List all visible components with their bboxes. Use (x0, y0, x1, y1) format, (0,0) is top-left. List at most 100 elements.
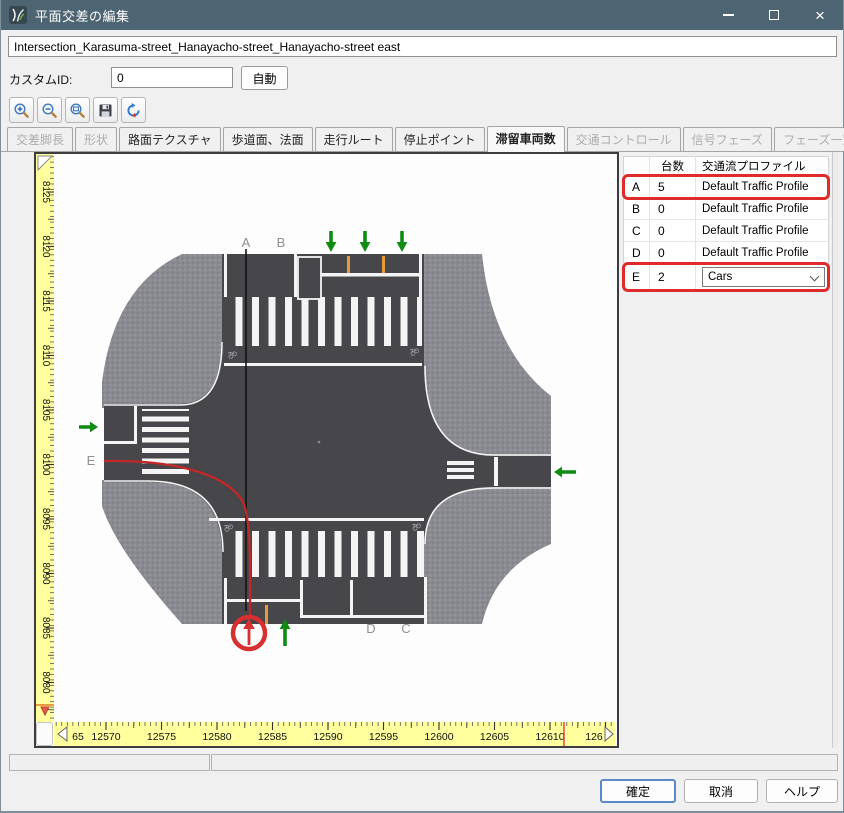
header-count: 台数 (650, 157, 696, 175)
refresh-icon (125, 102, 142, 119)
intersection-name-input[interactable] (8, 36, 837, 57)
table-row-B[interactable]: B0Default Traffic Profile (624, 198, 828, 220)
hruler-label: 12585 (258, 731, 287, 743)
zoom-out-button[interactable] (37, 97, 62, 123)
hruler-label: 12570 (91, 731, 120, 743)
cell-leg: C (624, 220, 650, 241)
tab-2[interactable]: 路面テクスチャ (119, 127, 221, 151)
cell-profile[interactable]: Default Traffic Profile (696, 198, 828, 219)
minimize-icon (723, 14, 734, 16)
table-row-E[interactable]: E2 Cars (624, 264, 828, 290)
zoom-in-button[interactable] (9, 97, 34, 123)
vruler-label: 8110 (40, 345, 51, 367)
header-leg (624, 157, 650, 175)
leg-label-c: C (401, 621, 410, 636)
arrow-right-icon (79, 422, 98, 433)
vruler-label: 8105 (40, 399, 51, 422)
custom-id-input[interactable] (111, 67, 233, 88)
leg-label-e: E (87, 453, 96, 468)
hruler-label: 12595 (369, 731, 398, 743)
cell-count[interactable]: 0 (650, 242, 696, 263)
dialog-edit-intersection: 平面交差の編集 × カスタムID: 自動 (0, 0, 844, 813)
tab-3[interactable]: 歩道面、法面 (223, 127, 313, 151)
maximize-icon (769, 10, 779, 20)
panel-scrollbar[interactable] (832, 152, 839, 748)
minimize-button[interactable] (705, 0, 751, 30)
vruler-label: 8100 (40, 453, 51, 476)
cell-leg: D (624, 242, 650, 263)
arrow-down-icon (397, 231, 408, 252)
zoom-in-icon (13, 102, 30, 119)
leg-label-b: B (277, 235, 286, 250)
table-row-D[interactable]: D0Default Traffic Profile (624, 242, 828, 264)
tab-6[interactable]: 滞留車両数 (487, 126, 565, 152)
help-button[interactable]: ヘルプ (766, 779, 838, 803)
median-island (298, 257, 321, 299)
hruler-label: 12590 (313, 731, 342, 743)
tab-7: 交通コントロール (567, 127, 681, 151)
custom-id-label: カスタムID: (9, 71, 72, 88)
vruler-label: 8080 (40, 671, 51, 694)
table-row-C[interactable]: C0Default Traffic Profile (624, 220, 828, 242)
hruler-label: 12575 (147, 731, 176, 743)
table-row-A[interactable]: A5Default Traffic Profile (624, 176, 828, 198)
title-bar[interactable]: 平面交差の編集 × (1, 0, 843, 30)
intersection-center-dot (318, 441, 321, 444)
queued-vehicles-table: 台数交通流プロファイルA5Default Traffic ProfileB0De… (623, 156, 829, 291)
intersection-canvas[interactable]: A B C D E (54, 154, 615, 722)
cell-profile[interactable]: Default Traffic Profile (696, 220, 828, 241)
vruler-label: 8120 (40, 235, 51, 258)
chevron-down-icon (810, 271, 820, 281)
zoom-region-button[interactable] (65, 97, 90, 123)
tab-4[interactable]: 走行ルート (315, 127, 393, 151)
cell-leg: B (624, 198, 650, 219)
profile-dropdown[interactable]: Cars (702, 267, 825, 287)
hruler-label: 12605 (480, 731, 509, 743)
tab-8: 信号フェーズ (683, 127, 772, 151)
app-icon (9, 6, 27, 24)
vruler-label: 8095 (40, 508, 51, 531)
ruler-corner-box[interactable] (36, 722, 53, 746)
vertical-ruler[interactable]: 8125812081158110810581008095809080858080 (36, 154, 54, 722)
hruler-label: 12600 (424, 731, 453, 743)
horizontal-ruler[interactable]: 65 12570 12575 12580 12585 12590 12595 12600 126… (54, 722, 615, 746)
arrow-down-icon (360, 231, 371, 252)
hruler-label: 12610 (535, 731, 564, 743)
drawing-area-frame: 8125812081158110810581008095809080858080… (34, 152, 619, 748)
status-panel-left (9, 754, 210, 771)
hruler-label: 65 (72, 731, 84, 743)
cell-count[interactable]: 0 (650, 220, 696, 241)
leg-label-a: A (242, 235, 251, 250)
zoom-region-icon (69, 102, 86, 119)
maximize-button[interactable] (751, 0, 797, 30)
table-header: 台数交通流プロファイル (624, 157, 828, 176)
save-button[interactable] (93, 97, 118, 123)
canvas-toolbar (9, 97, 146, 123)
cell-profile[interactable]: Default Traffic Profile (696, 242, 828, 263)
auto-button[interactable]: 自動 (241, 66, 288, 90)
cell-count[interactable]: 2 (650, 264, 696, 289)
vruler-label: 8085 (40, 617, 51, 640)
vruler-label: 8115 (40, 290, 51, 312)
cancel-button[interactable]: 取消 (684, 779, 758, 803)
hruler-label: 126 (585, 731, 603, 743)
save-icon (97, 102, 114, 119)
arrow-down-icon (326, 231, 337, 252)
tab-0: 交差脚長 (7, 127, 73, 151)
tab-9: フェーズ一覧 (774, 127, 844, 151)
cell-count[interactable]: 5 (650, 176, 696, 197)
vruler-label: 8125 (40, 181, 51, 204)
cell-count[interactable]: 0 (650, 198, 696, 219)
arrow-left-icon (554, 467, 576, 478)
cell-profile[interactable]: Default Traffic Profile (696, 176, 828, 197)
hruler-label: 12580 (202, 731, 231, 743)
close-button[interactable]: × (797, 0, 843, 30)
confirm-button[interactable]: 確定 (600, 779, 676, 803)
status-panel-right (211, 754, 838, 771)
tab-5[interactable]: 停止ポイント (395, 127, 485, 151)
cell-leg: A (624, 176, 650, 197)
profile-value: Cars (708, 271, 732, 283)
tab-strip: 交差脚長形状路面テクスチャ歩道面、法面走行ルート停止ポイント滞留車両数交通コント… (1, 128, 843, 152)
refresh-button[interactable] (121, 97, 146, 123)
cell-leg: E (624, 264, 650, 289)
